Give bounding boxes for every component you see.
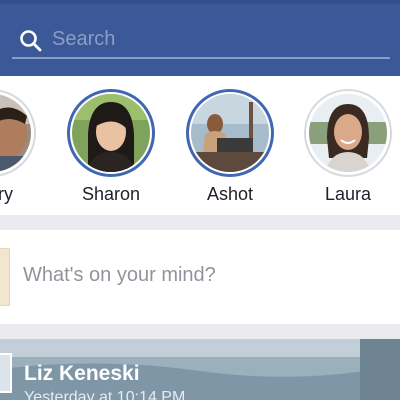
story-label: Laura (324, 184, 372, 204)
post-timestamp[interactable]: Yesterday at 10:14 PM (24, 389, 185, 400)
avatar (72, 94, 150, 172)
search-bar[interactable] (12, 20, 390, 60)
story-item-sharon[interactable]: Sharon (67, 89, 155, 209)
post-author-name[interactable]: Liz Keneski (24, 362, 140, 386)
status-strip (0, 0, 400, 4)
status-composer[interactable]: What's on your mind? (0, 230, 400, 324)
feed-post[interactable]: Liz Keneski Yesterday at 10:14 PM (0, 339, 400, 400)
stories-tray[interactable]: Story Sharon (0, 76, 400, 215)
story-label: Sharon (81, 184, 141, 204)
avatar[interactable] (0, 353, 12, 393)
search-input[interactable] (52, 24, 382, 54)
story-item-laura[interactable]: Laura (304, 89, 392, 209)
story-label: Story (0, 184, 13, 204)
avatar (309, 94, 387, 172)
story-item-your-story[interactable]: Story (0, 89, 36, 209)
story-item-ashot[interactable]: Ashot (186, 89, 274, 209)
top-bar (0, 0, 400, 76)
avatar (0, 248, 10, 306)
story-label: Ashot (206, 184, 254, 204)
search-underline (12, 57, 390, 59)
search-icon (20, 30, 42, 52)
avatar (191, 94, 269, 172)
composer-prompt[interactable]: What's on your mind? (23, 264, 216, 287)
